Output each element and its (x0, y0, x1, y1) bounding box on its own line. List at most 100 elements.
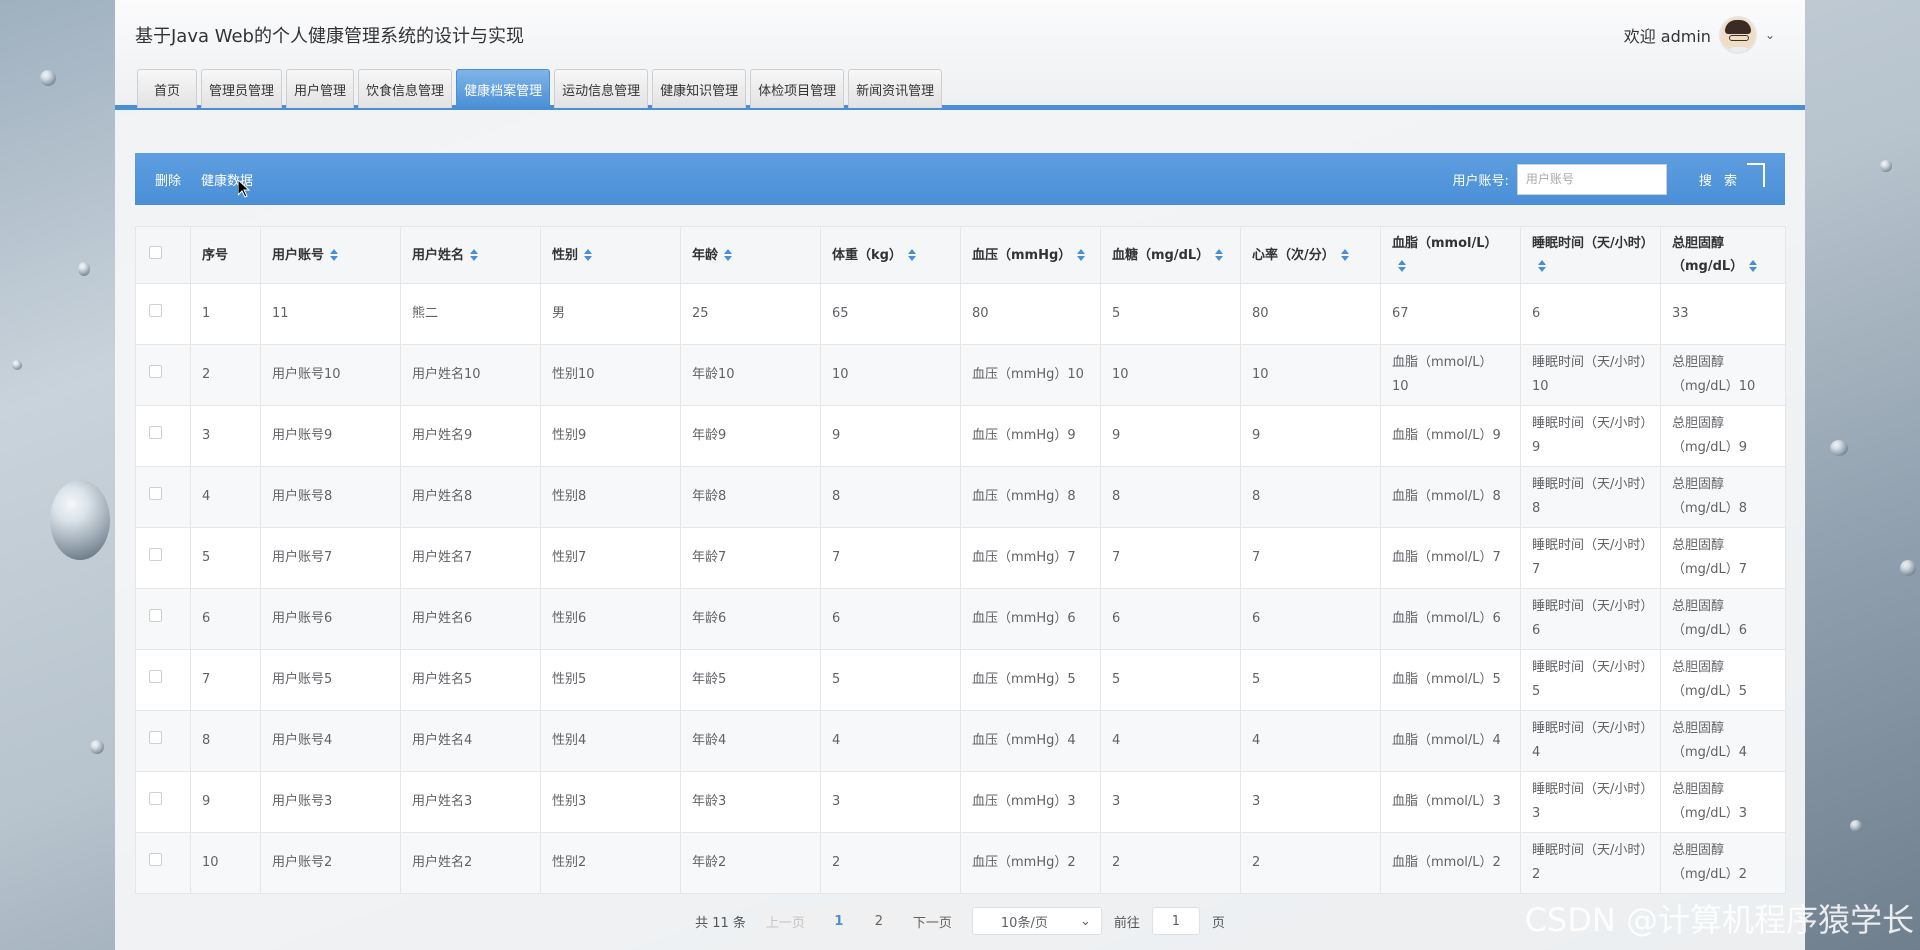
table-cell: 总胆固醇（mg/dL）6 (1660, 588, 1786, 650)
column-header[interactable]: 总胆固醇（mg/dL） (1660, 226, 1786, 284)
column-header[interactable]: 血糖（mg/dL） (1100, 226, 1241, 284)
row-checkbox[interactable] (135, 710, 191, 772)
sort-icon[interactable] (1538, 260, 1547, 273)
toolbar: 删除 健康数据 用户账号: 搜 索 (135, 153, 1785, 205)
table-row[interactable]: 9 用户账号3 用户姓名3 性别3 年龄3 3 血压（mmHg）3 3 3 血脂（mmol/L）3… (135, 771, 1786, 833)
search-button[interactable]: 搜 索 (1699, 170, 1741, 189)
delete-button[interactable]: 删除 (155, 170, 181, 189)
table-row[interactable]: 8 用户账号4 用户姓名4 性别4 年龄4 4 血压（mmHg）4 4 4 血脂（mmol/L）4… (135, 710, 1786, 772)
pager-total: 共 11 条 (695, 915, 746, 931)
chevron-down-icon[interactable]: ⌄ (1765, 28, 1775, 42)
table-cell: 睡眠时间（天/小时）9 (1520, 405, 1661, 467)
tab-user-management[interactable]: 用户管理 (286, 69, 355, 108)
sort-icon[interactable] (1749, 260, 1758, 273)
page-1-button[interactable]: 1 (824, 907, 853, 935)
column-header-label: 体重（kg） (832, 247, 902, 263)
goto-page-input[interactable] (1151, 907, 1200, 935)
tab-home[interactable]: 首页 (137, 69, 198, 108)
avatar[interactable] (1718, 16, 1757, 54)
sort-icon[interactable] (1077, 248, 1086, 262)
mouse-cursor-icon (237, 178, 251, 202)
column-header[interactable]: 用户账号 (260, 226, 401, 284)
sort-icon[interactable] (907, 248, 917, 262)
table-cell: 用户姓名2 (400, 832, 541, 894)
row-checkbox[interactable] (135, 649, 191, 711)
table-cell: 9 (1100, 405, 1241, 467)
watermark: CSDN @计算机程序猿学长 (1524, 901, 1914, 939)
table-row[interactable]: 1 11 熊二男 25 65 80 5 80 67 6 33 (135, 283, 1786, 345)
tab-health-records[interactable]: 健康档案管理 (456, 69, 551, 108)
column-header-label: 总胆固醇（mg/dL） (1672, 236, 1744, 274)
table-row[interactable]: 5 用户账号7 用户姓名7 性别7 年龄7 7 血压（mmHg）7 7 7 血脂（mmol/L）7… (135, 527, 1786, 589)
table-cell: 9 (820, 405, 961, 467)
table-cell: 用户账号4 (260, 710, 401, 772)
row-checkbox[interactable] (135, 405, 191, 467)
table-cell: 性别6 (540, 588, 681, 650)
column-header[interactable]: 用户姓名 (400, 226, 541, 284)
water-drop (78, 262, 90, 276)
table-row[interactable]: 3 用户账号9 用户姓名9 性别9 年龄9 9 血压（mmHg）9 9 9 血脂（mmol/L）9… (135, 405, 1786, 467)
column-header[interactable]: 体重（kg） (820, 226, 961, 284)
column-header[interactable]: 年龄 (680, 226, 821, 284)
table-cell: 4 (1240, 710, 1381, 772)
table-cell: 6 (820, 588, 961, 650)
sort-icon[interactable] (1340, 248, 1350, 262)
next-page-button[interactable]: 下一页 (904, 907, 960, 935)
table-cell: 睡眠时间（天/小时）3 (1520, 771, 1661, 833)
water-drop (1880, 160, 1892, 172)
sort-icon[interactable] (470, 248, 479, 262)
user-menu[interactable]: 欢迎 admin ⌄ (1624, 16, 1775, 54)
tab-news[interactable]: 新闻资讯管理 (848, 69, 943, 108)
column-header[interactable]: 血压（mmHg） (960, 226, 1101, 284)
sort-icon[interactable] (1215, 248, 1224, 262)
select-all-checkbox[interactable] (135, 226, 191, 284)
table-row[interactable]: 4 用户账号8 用户姓名8 性别8 年龄8 8 血压（mmHg）8 8 8 血脂（mmol/L）8… (135, 466, 1786, 528)
prev-page-button[interactable]: 上一页 (757, 907, 813, 935)
table-cell: 5 (820, 649, 961, 711)
row-checkbox[interactable] (135, 466, 191, 528)
table-cell: 3 (1100, 771, 1241, 833)
table-cell: 血脂（mmol/L）6 (1380, 588, 1521, 650)
table-cell: 性别4 (540, 710, 681, 772)
row-checkbox[interactable] (135, 832, 191, 894)
chevron-down-icon: ⌄ (1080, 913, 1091, 929)
table-cell: 5 (1100, 283, 1241, 345)
table-cell: 用户账号10 (260, 344, 401, 406)
tab-health-knowledge[interactable]: 健康知识管理 (652, 69, 747, 108)
tab-diet-info[interactable]: 饮食信息管理 (358, 69, 453, 108)
search-input[interactable] (1516, 163, 1667, 195)
table-row[interactable]: 6 用户账号6 用户姓名6 性别6 年龄6 6 血压（mmHg）6 6 6 血脂（mmol/L）6… (135, 588, 1786, 650)
table-cell: 血压（mmHg）5 (960, 649, 1101, 711)
table-row[interactable]: 7 用户账号5 用户姓名5 性别5 年龄5 5 血压（mmHg）5 5 5 血脂（mmol/L）5… (135, 649, 1786, 711)
page-size-select[interactable]: 10条/页 ⌄ (971, 907, 1102, 935)
page-2-button[interactable]: 2 (864, 907, 893, 935)
column-header[interactable]: 性别 (540, 226, 681, 284)
row-checkbox[interactable] (135, 771, 191, 833)
row-checkbox[interactable] (135, 588, 191, 650)
table-header-row: 序号 用户账号 用户姓名 性别 年龄 体重（kg） 血压（mmHg） 血糖（mg/dL） 心率（… (135, 226, 1786, 284)
table-cell: 血压（mmHg）10 (960, 344, 1101, 406)
row-checkbox[interactable] (135, 527, 191, 589)
table-cell: 男 (540, 283, 681, 345)
table-cell: 年龄9 (680, 405, 821, 467)
tab-checkup-items[interactable]: 体检项目管理 (750, 69, 845, 108)
row-checkbox[interactable] (135, 344, 191, 406)
sort-icon[interactable] (584, 248, 593, 262)
column-header[interactable]: 血脂（mmol/L） (1380, 226, 1521, 284)
table-cell: 血压（mmHg）6 (960, 588, 1101, 650)
column-header[interactable]: 心率（次/分） (1240, 226, 1381, 284)
sort-icon[interactable] (724, 248, 733, 262)
row-checkbox[interactable] (135, 283, 191, 345)
column-header[interactable]: 睡眠时间（天/小时） (1520, 226, 1661, 284)
table-row[interactable]: 10 用户账号2 用户姓名2 性别2 年龄2 2 血压（mmHg）2 2 2 血脂（mmol/L）… (135, 832, 1786, 894)
column-header-label: 用户账号 (272, 247, 325, 263)
sort-icon[interactable] (1398, 260, 1407, 273)
column-header-label: 血糖（mg/dL） (1112, 247, 1210, 263)
sort-icon[interactable] (330, 248, 339, 262)
tab-admin-management[interactable]: 管理员管理 (201, 69, 283, 108)
nav-tabs: 首页 管理员管理 用户管理 饮食信息管理 健康档案管理 运动信息管理 健康知识管… (137, 69, 943, 108)
table-cell: 5 (1100, 649, 1241, 711)
tab-exercise-info[interactable]: 运动信息管理 (554, 69, 649, 108)
table-row[interactable]: 2 用户账号10 用户姓名10 性别10 年龄10 10 血压（mmHg）10 10 10 血脂（… (135, 344, 1786, 406)
table-cell: 10 (820, 344, 961, 406)
